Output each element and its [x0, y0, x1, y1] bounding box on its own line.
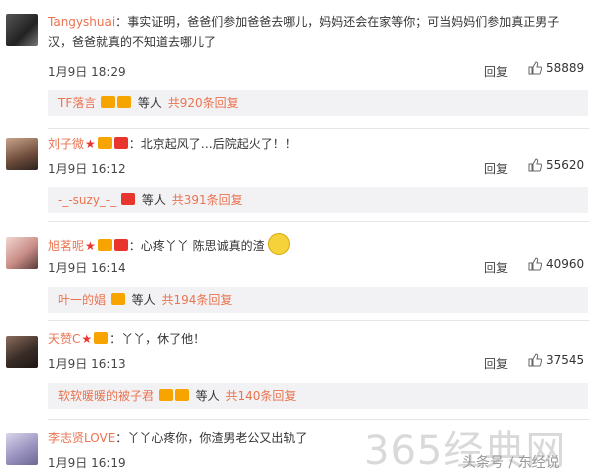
username-link[interactable]: 刘子微 — [48, 137, 84, 151]
colon: ： — [115, 431, 128, 445]
sub-reply-user[interactable]: -_-suzy_-_ — [58, 193, 116, 207]
avatar[interactable] — [6, 138, 38, 170]
reply-button[interactable]: 回复 — [484, 259, 508, 276]
avatar[interactable] — [6, 433, 38, 465]
colon: ： — [128, 137, 141, 151]
comment-text: 丫丫，休了他！ — [121, 332, 206, 346]
sub-reply-user[interactable]: TF落言 — [58, 96, 96, 110]
wealth-badge-icon — [174, 389, 189, 401]
reply-button[interactable]: 回复 — [484, 355, 508, 372]
smile-emoji-icon — [268, 233, 291, 255]
like-count: 37545 — [546, 353, 585, 367]
like-button[interactable]: 58889 — [528, 61, 584, 75]
comment-text: 丫丫心疼你，你渣男老公又出轨了 — [127, 431, 308, 445]
sub-reply-user[interactable]: 叶一的娼 — [58, 293, 106, 307]
vip-badge-icon — [97, 239, 112, 251]
sub-reply-wait: 等人 — [141, 193, 166, 207]
comment-body: 天赞C★ ：丫丫，休了他！ — [48, 329, 589, 349]
wealth-badge-icon — [110, 293, 125, 305]
like-count: 58889 — [546, 61, 585, 75]
thumbs-up-icon — [528, 353, 543, 367]
redpacket-badge-icon — [113, 239, 128, 251]
sub-reply-wait: 等人 — [131, 293, 156, 307]
username-link[interactable]: 天赞C — [48, 332, 80, 346]
star-badge-icon: ★ — [81, 332, 93, 346]
redpacket-badge-icon — [113, 137, 128, 149]
divider — [48, 128, 589, 129]
like-button[interactable]: 40960 — [528, 257, 584, 271]
reply-button[interactable]: 回复 — [484, 63, 508, 80]
sub-reply-wait: 等人 — [195, 389, 220, 403]
timestamp: 1月9日 18:29 — [48, 65, 126, 79]
comment-text-line2: 汉，爸爸就真的不知道去哪儿了 — [48, 35, 217, 49]
sub-reply-box[interactable]: 软软暖暖的被子君 等人 共140条回复 — [48, 383, 588, 409]
sub-reply-count[interactable]: 共194条回复 — [162, 293, 233, 307]
sub-reply-count[interactable]: 共140条回复 — [226, 389, 297, 403]
sub-reply-user[interactable]: 软软暖暖的被子君 — [58, 389, 154, 403]
colon: ： — [128, 239, 141, 253]
like-count: 55620 — [546, 158, 585, 172]
vip-badge-icon — [94, 332, 109, 344]
sub-reply-box[interactable]: TF落言 等人 共920条回复 — [48, 90, 588, 116]
colon: ： — [115, 15, 128, 29]
avatar[interactable] — [6, 336, 38, 368]
sub-reply-box[interactable]: -_-suzy_-_ 等人 共391条回复 — [48, 187, 588, 213]
username-link[interactable]: 旭茗呢 — [48, 239, 84, 253]
comment-body: Tangyshuai：事实证明，爸爸们参加爸爸去哪儿，妈妈还会在家等你；可当妈妈… — [48, 12, 589, 52]
sub-reply-wait: 等人 — [137, 96, 162, 110]
thumbs-up-icon — [528, 257, 543, 271]
like-button[interactable]: 37545 — [528, 353, 584, 367]
comment-body: 旭茗呢★ ：心疼丫丫 陈思诚真的渣 — [48, 233, 589, 256]
vip-badge-icon — [101, 96, 116, 108]
thumbs-up-icon — [528, 61, 543, 75]
redpacket-badge-icon — [121, 193, 136, 205]
comment-text: 事实证明，爸爸们参加爸爸去哪儿，妈妈还会在家等你；可当妈妈们参加真正男子 — [127, 15, 560, 29]
avatar[interactable] — [6, 14, 38, 46]
reply-button[interactable]: 回复 — [484, 160, 508, 177]
divider — [48, 320, 589, 321]
source-credit: 头条号 / 东经说 — [462, 455, 560, 471]
comment-text: 心疼丫丫 陈思诚真的渣 — [140, 239, 265, 253]
wealth-badge-icon — [117, 96, 132, 108]
timestamp: 1月9日 16:12 — [48, 162, 126, 176]
comment-body: 刘子微★ ：北京起风了…后院起火了！！ — [48, 134, 589, 154]
like-button[interactable]: 55620 — [528, 158, 584, 172]
comment-text: 北京起风了…后院起火了！！ — [140, 137, 297, 151]
star-badge-icon: ★ — [85, 137, 96, 151]
thumbs-up-icon — [528, 158, 543, 172]
username-link[interactable]: Tangyshuai — [48, 15, 115, 29]
username-link[interactable]: 李志贤LOVE — [48, 431, 115, 445]
vip-badge-icon — [158, 389, 173, 401]
like-count: 40960 — [546, 257, 585, 271]
divider — [48, 221, 589, 222]
timestamp: 1月9日 16:19 — [48, 456, 126, 470]
sub-reply-box[interactable]: 叶一的娼 等人 共194条回复 — [48, 287, 588, 313]
star-badge-icon: ★ — [85, 239, 96, 253]
sub-reply-count[interactable]: 共391条回复 — [172, 193, 243, 207]
sub-reply-count[interactable]: 共920条回复 — [168, 96, 239, 110]
timestamp: 1月9日 16:13 — [48, 357, 126, 371]
timestamp: 1月9日 16:14 — [48, 261, 126, 275]
avatar[interactable] — [6, 237, 38, 269]
vip-badge-icon — [97, 137, 112, 149]
colon: ： — [109, 332, 122, 346]
